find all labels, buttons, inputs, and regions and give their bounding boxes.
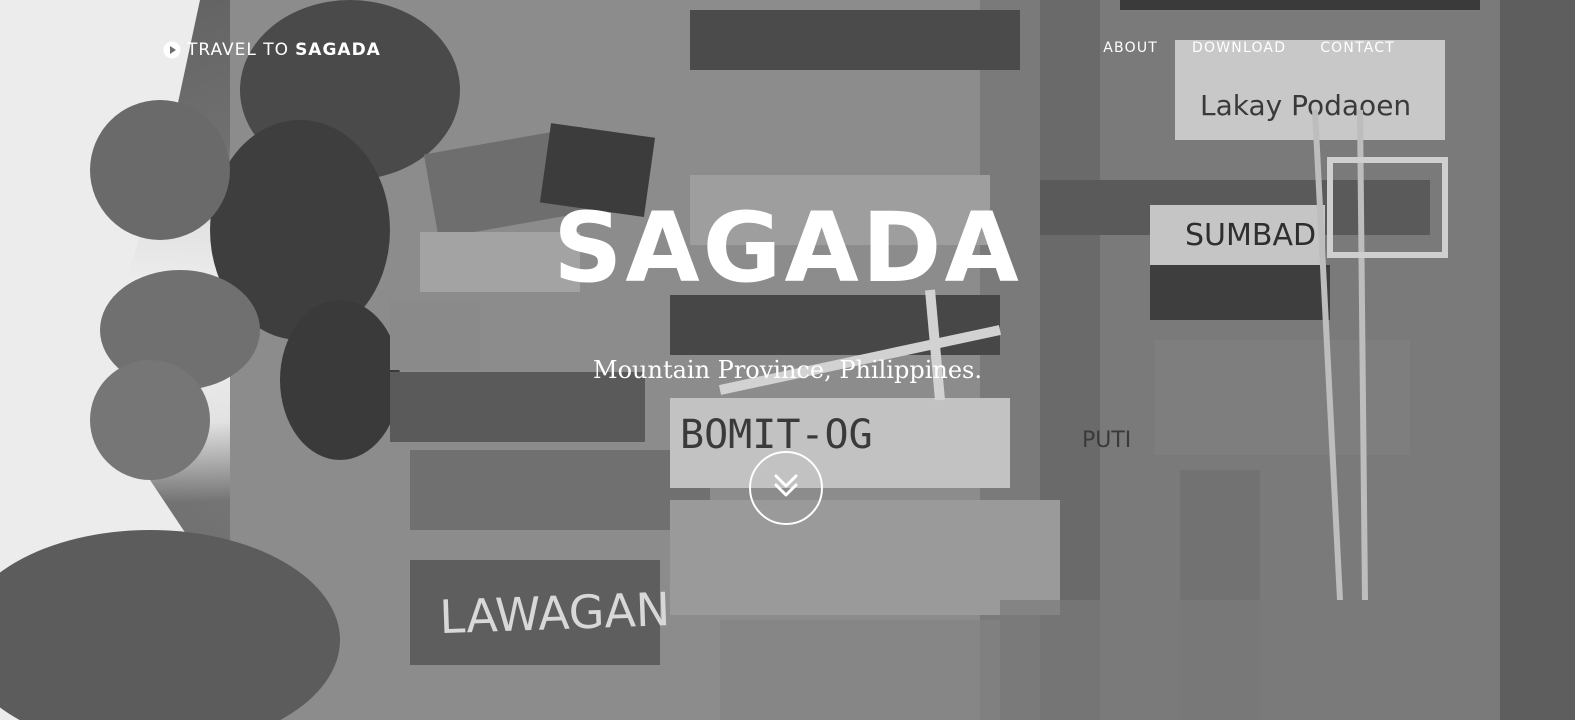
nav-link-download[interactable]: DOWNLOAD (1192, 40, 1286, 56)
double-chevron-down-icon (771, 471, 801, 506)
brand-label-bold: SAGADA (295, 40, 381, 60)
svg-text:Lakay Podaoen: Lakay Podaoen (1200, 89, 1411, 122)
hero-title: SAGADA (553, 192, 1022, 304)
brand-link[interactable]: TRAVEL TO SAGADA (163, 38, 381, 62)
nav-link-about[interactable]: ABOUT (1103, 40, 1158, 56)
top-nav: ABOUT DOWNLOAD CONTACT (1103, 40, 1395, 56)
hero-subtitle: Mountain Province, Philippines. (593, 356, 982, 384)
brand-label-light: TRAVEL TO (187, 40, 290, 60)
play-circle-icon (163, 41, 181, 59)
svg-text:PUTI: PUTI (1082, 428, 1131, 453)
nav-link-contact[interactable]: CONTACT (1320, 40, 1395, 56)
scroll-down-button[interactable] (749, 451, 823, 525)
svg-text:LAWAGAN: LAWAGAN (439, 582, 672, 644)
hero-section: LAWAGAN BOMIT-OG Lakay Podaoen SUMBAD PU… (0, 0, 1575, 720)
